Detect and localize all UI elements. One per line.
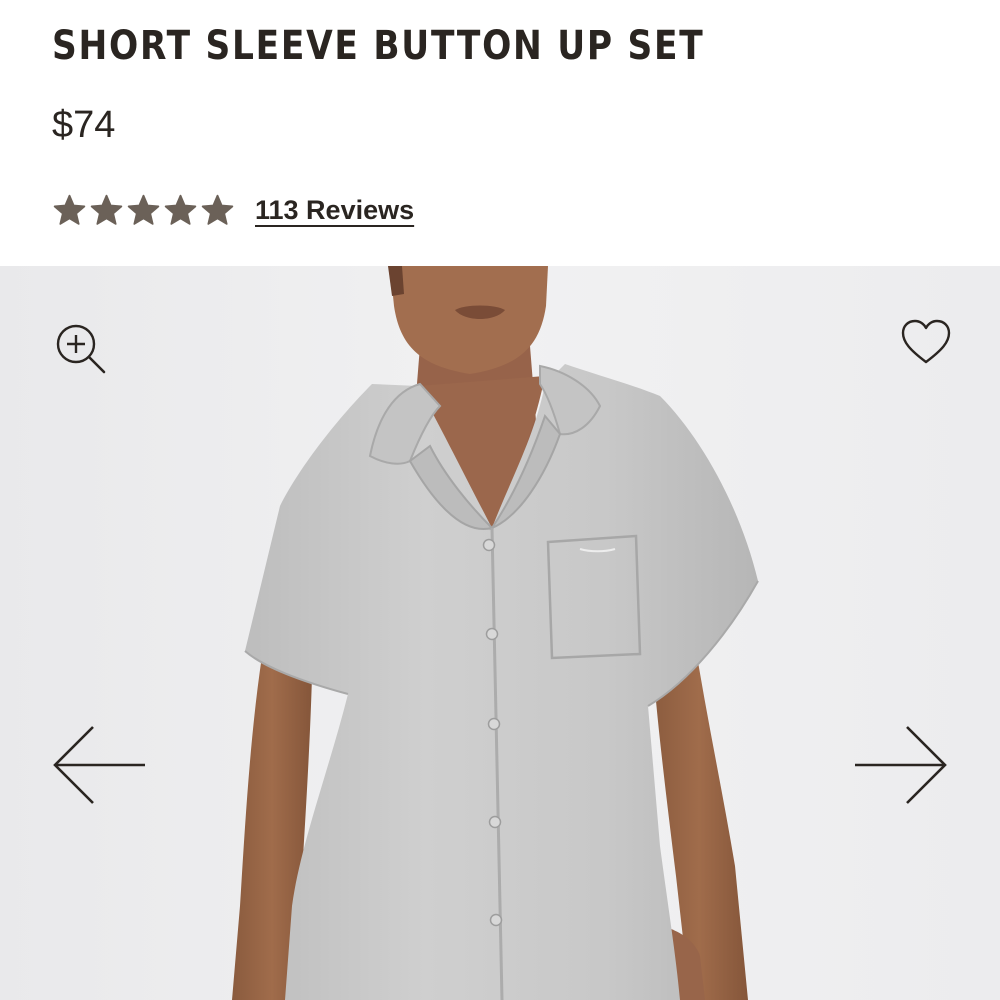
previous-image-button[interactable] [48, 722, 150, 808]
reviews-link[interactable]: 113 Reviews [255, 195, 414, 226]
product-price: $74 [52, 104, 116, 146]
heart-icon [901, 319, 951, 364]
product-photo [0, 266, 1000, 1000]
rating-row: 113 Reviews [52, 188, 414, 232]
star-icon [200, 193, 235, 228]
product-header: SHORT SLEEVE BUTTON UP SET $74 113 Revie… [0, 0, 1000, 266]
star-icon [126, 193, 161, 228]
star-icon [52, 193, 87, 228]
zoom-in-button[interactable] [52, 320, 108, 376]
product-image-gallery [0, 266, 1000, 1000]
arrow-right-icon [855, 726, 947, 804]
zoom-in-icon [56, 324, 106, 374]
next-image-button[interactable] [850, 722, 952, 808]
arrow-left-icon [53, 726, 145, 804]
product-page: SHORT SLEEVE BUTTON UP SET $74 113 Revie… [0, 0, 1000, 1000]
star-icon [163, 193, 198, 228]
star-rating [52, 193, 235, 228]
product-title: SHORT SLEEVE BUTTON UP SET [52, 23, 705, 69]
favorite-button[interactable] [898, 316, 954, 368]
star-icon [89, 193, 124, 228]
